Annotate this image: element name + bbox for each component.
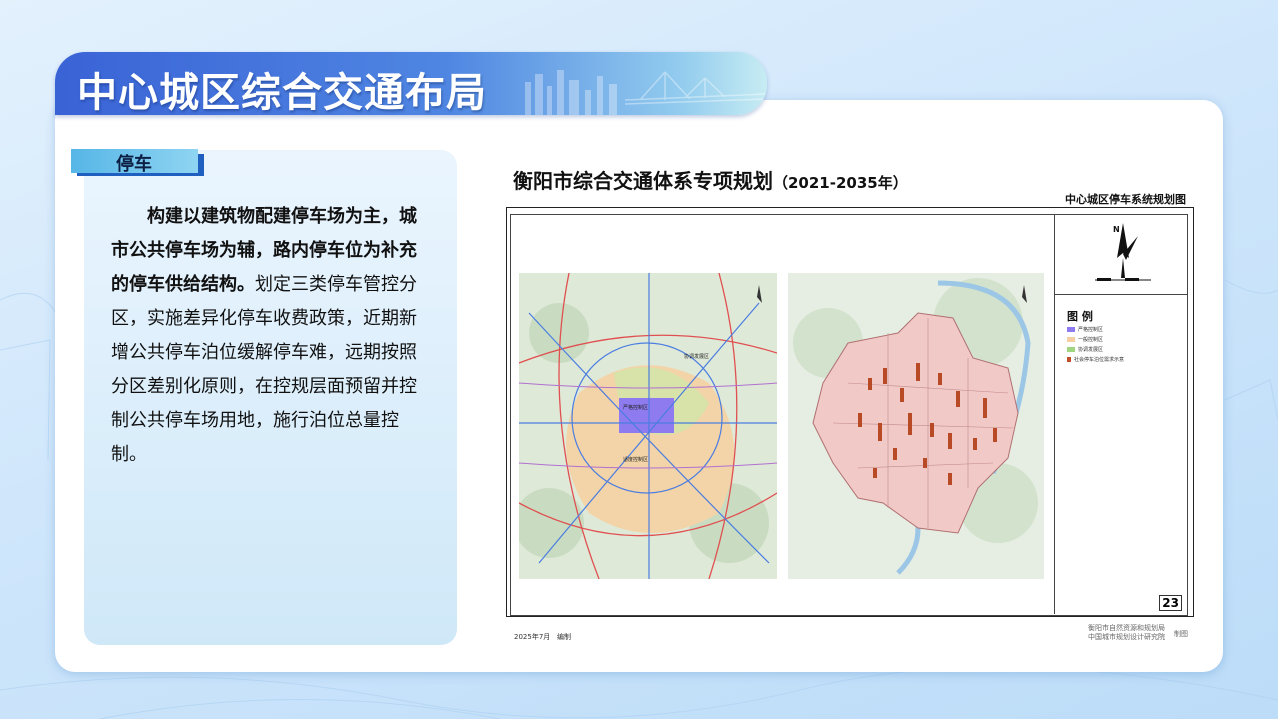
- document-subtitle: 中心城区停车系统规划图: [1065, 193, 1186, 206]
- legend-swatch: [1067, 347, 1075, 352]
- legend-item: 社会停车泊位需求示意: [1067, 356, 1124, 363]
- zone-label-strict: 严格控制区: [623, 404, 648, 411]
- document-institutions: 衡阳市自然资源和规划局 中国城市规划设计研究院: [1088, 624, 1165, 642]
- legend-item: 一般控制区: [1067, 336, 1103, 343]
- title-banner: 中心城区综合交通布局: [55, 52, 767, 115]
- zone-label-coord: 协调发展区: [684, 353, 709, 360]
- legend-swatch: [1067, 327, 1075, 332]
- page-title: 中心城区综合交通布局: [77, 70, 487, 115]
- document-date: 2025年7月 编制: [514, 632, 571, 642]
- legend-item: 协调发展区: [1067, 346, 1103, 353]
- legend-swatch: [1067, 337, 1075, 342]
- zone-label-general: 适度控制区: [623, 456, 648, 463]
- legend-title: 图 例: [1067, 310, 1093, 323]
- legend-column: N 图 例 严格控制区 一般控制区 协调发展区 社会停车泊位需求示意 23: [1054, 214, 1187, 614]
- compass-icon: N: [1095, 223, 1151, 281]
- document-title: 衡阳市综合交通体系专项规划（2021-2035年）: [513, 165, 908, 194]
- paragraph-normal: 划定三类停车管控分区，实施差异化停车收费政策，近期新增公共停车泊位缓解停车难，远…: [111, 274, 417, 465]
- document-title-year: （2021-2035年）: [773, 174, 908, 192]
- institution-2: 中国城市规划设计研究院: [1088, 633, 1165, 641]
- legend-label: 一般控制区: [1078, 337, 1104, 343]
- legend-label: 协调发展区: [1078, 347, 1104, 353]
- section-tag: 停车: [71, 149, 204, 176]
- compass-n-label: N: [1113, 225, 1120, 234]
- legend-swatch: [1067, 357, 1071, 362]
- section-paragraph: 构建以建筑物配建停车场为主，城市公共停车场为辅，路内停车位为补充的停车供给结构。…: [111, 200, 431, 472]
- document-title-main: 衡阳市综合交通体系专项规划: [513, 169, 773, 193]
- legend-divider: [1055, 294, 1187, 295]
- legend-item: 严格控制区: [1067, 326, 1103, 333]
- planning-map-document: 衡阳市综合交通体系专项规划（2021-2035年） 中心城区停车系统规划图 严格…: [500, 153, 1198, 645]
- city-skyline-decoration: [525, 70, 767, 115]
- page-number: 23: [1159, 595, 1182, 611]
- document-made-by: 制图: [1174, 630, 1188, 638]
- section-tag-label: 停车: [116, 154, 152, 175]
- document-date-value: 2025年7月: [514, 633, 551, 641]
- legend-label: 社会停车泊位需求示意: [1074, 357, 1125, 363]
- parking-demand-map: [788, 273, 1044, 579]
- document-made-label: 编制: [556, 633, 571, 641]
- zone-map: 严格控制区 适度控制区 协调发展区: [519, 273, 777, 579]
- institution-1: 衡阳市自然资源和规划局: [1088, 624, 1165, 632]
- legend-label: 严格控制区: [1078, 327, 1104, 333]
